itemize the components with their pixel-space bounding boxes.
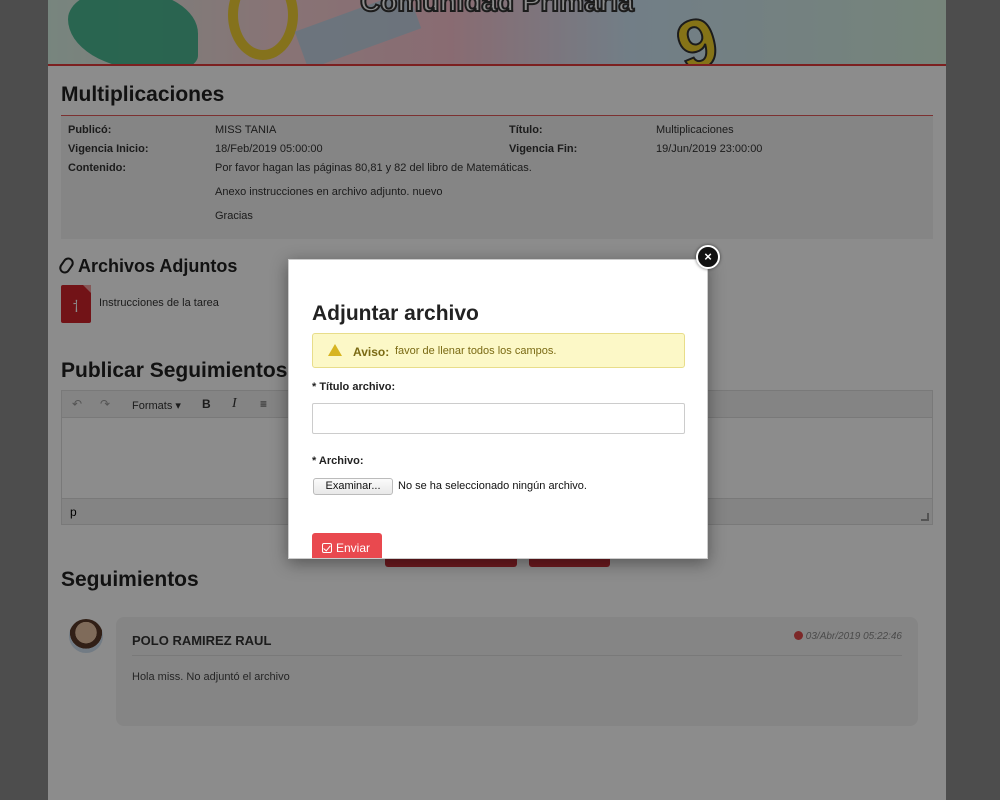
file-label: * Archivo:: [312, 455, 364, 467]
alert-message: favor de llenar todos los campos.: [395, 345, 557, 357]
check-square-icon: [322, 543, 332, 553]
warning-icon: [328, 344, 342, 356]
file-title-input[interactable]: [312, 403, 685, 434]
modal-title: Adjuntar archivo: [312, 302, 479, 325]
submit-button[interactable]: Enviar: [312, 533, 382, 558]
warning-alert: Aviso: favor de llenar todos los campos.: [312, 333, 685, 368]
close-icon[interactable]: ×: [696, 245, 720, 269]
file-status: No se ha seleccionado ningún archivo.: [398, 480, 587, 492]
attach-file-modal: Adjuntar archivo Aviso: favor de llenar …: [288, 259, 708, 559]
file-title-label: * Título archivo:: [312, 381, 396, 393]
browse-button[interactable]: Examinar...: [313, 478, 393, 495]
modal-body: Adjuntar archivo Aviso: favor de llenar …: [299, 270, 697, 558]
alert-strong: Aviso:: [353, 345, 390, 359]
